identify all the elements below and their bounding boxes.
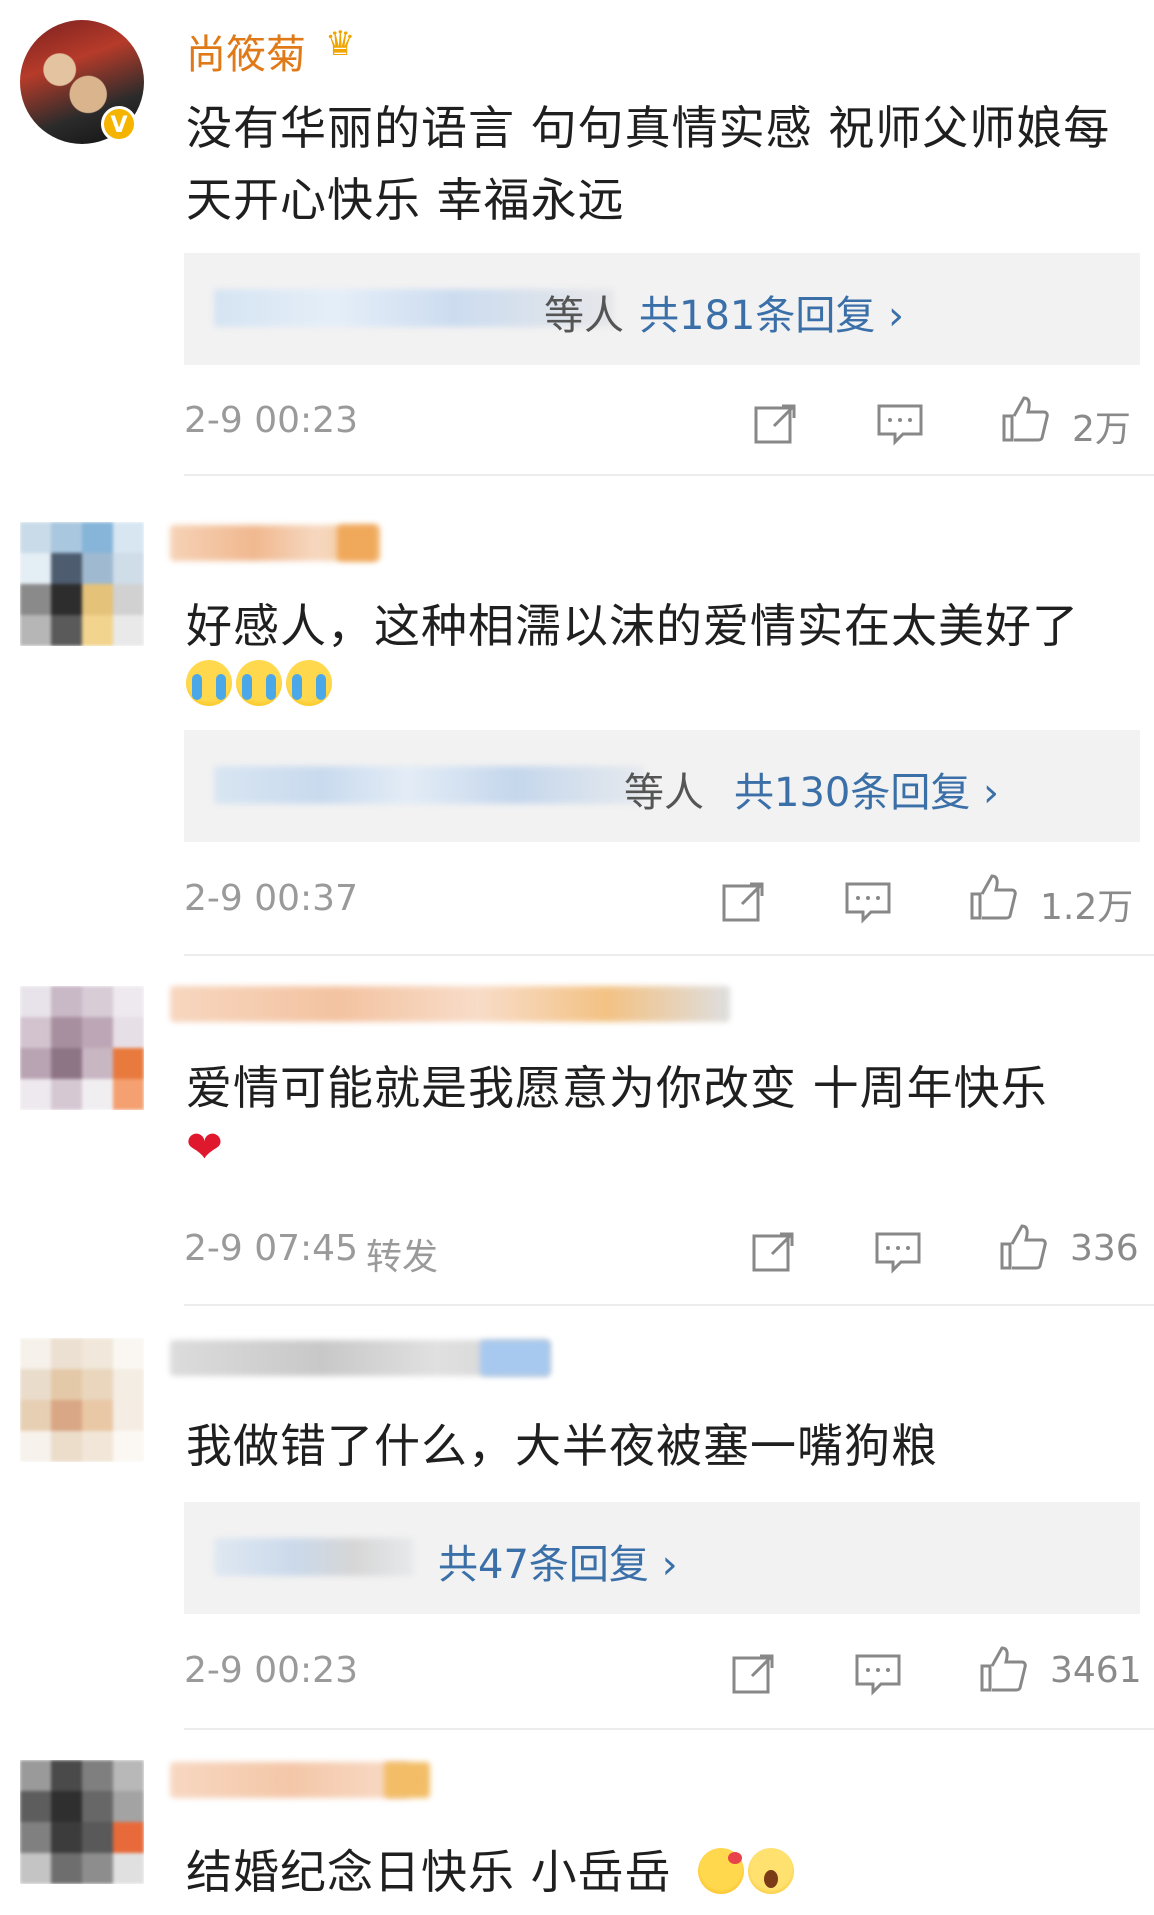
timestamp: 2-9 00:37 [184, 878, 358, 919]
blowing-kiss-emoji-icon [698, 1848, 744, 1894]
like-icon[interactable] [968, 872, 1018, 922]
share-icon[interactable] [728, 1648, 778, 1698]
heart-emoji-icon: ❤ [186, 1122, 223, 1173]
like-count: 1.2万 [1040, 887, 1134, 928]
divider [184, 1728, 1154, 1730]
like-icon[interactable] [998, 1222, 1048, 1272]
comment-icon[interactable] [843, 876, 893, 926]
crying-emoji-icon [236, 660, 282, 706]
avatar[interactable] [20, 1760, 144, 1884]
comment-text: 爱情可能就是我愿意为你改变 十周年快乐 [186, 1061, 1048, 1115]
replies-box[interactable]: 等人 共130条回复 › [184, 730, 1140, 842]
comment-icon[interactable] [853, 1648, 903, 1698]
replies-box[interactable]: 等人 共181条回复 › [184, 253, 1140, 365]
avatar[interactable] [20, 522, 144, 646]
blurred-reply-names [214, 1538, 414, 1576]
divider [184, 474, 1154, 476]
comment-text: 我做错了什么，大半夜被塞一嘴狗粮 [186, 1419, 938, 1473]
blurred-avatar-image [20, 986, 144, 1110]
replies-count-link[interactable]: 共47条回复 › [438, 1532, 678, 1590]
blurred-badge [480, 1340, 550, 1376]
blurred-avatar-image [20, 1338, 144, 1462]
timestamp: 2-9 00:23 [184, 400, 358, 441]
replies-count-link[interactable]: 共181条回复 › [639, 283, 904, 341]
like-icon[interactable] [1000, 394, 1050, 444]
blurred-badge [337, 525, 377, 561]
timestamp: 2-9 00:23 [184, 1650, 358, 1691]
screaming-emoji-icon [748, 1848, 794, 1894]
crying-emoji-icon [286, 660, 332, 706]
comment-text: 结婚纪念日快乐 小岳岳 [186, 1845, 672, 1899]
share-icon[interactable] [718, 876, 768, 926]
avatar[interactable] [20, 986, 144, 1110]
comment-text: 好感人，这种相濡以沫的爱情实在太美好了 [186, 599, 1079, 653]
avatar[interactable] [20, 1338, 144, 1462]
username[interactable]: 尚筱菊 [186, 22, 306, 80]
share-icon[interactable] [750, 398, 800, 448]
replies-suffix: 等人 [624, 770, 704, 816]
blurred-username[interactable] [170, 986, 730, 1022]
comment-icon[interactable] [873, 1226, 923, 1276]
replies-box[interactable]: 共47条回复 › [184, 1502, 1140, 1614]
blurred-username[interactable] [170, 1762, 410, 1798]
divider [184, 954, 1154, 956]
comment-text: 没有华丽的语言 句句真情实感 祝师父师娘每天开心快乐 幸福永远 [186, 101, 1111, 227]
replies-suffix: 等人 [544, 293, 624, 339]
like-count: 2万 [1072, 409, 1131, 450]
crying-emoji-icon [186, 660, 232, 706]
like-count: 336 [1070, 1228, 1139, 1269]
emoji-row: ❤ [186, 1122, 223, 1173]
crown-icon: ♛ [325, 24, 356, 64]
replies-count-link[interactable]: 共130条回复 › [734, 760, 999, 818]
verified-badge-icon: V [101, 106, 137, 142]
blurred-reply-names [214, 766, 644, 804]
timestamp: 2-9 07:45 [184, 1228, 358, 1269]
forward-label[interactable]: 转发 [366, 1228, 438, 1280]
emoji-row [698, 1848, 798, 1894]
share-icon[interactable] [748, 1226, 798, 1276]
comment-icon[interactable] [875, 398, 925, 448]
blurred-badge [384, 1762, 430, 1798]
divider [184, 1304, 1154, 1306]
like-count: 3461 [1050, 1650, 1142, 1691]
emoji-row [186, 660, 336, 706]
blurred-avatar-image [20, 522, 144, 646]
like-icon[interactable] [978, 1644, 1028, 1694]
blurred-avatar-image [20, 1760, 144, 1884]
